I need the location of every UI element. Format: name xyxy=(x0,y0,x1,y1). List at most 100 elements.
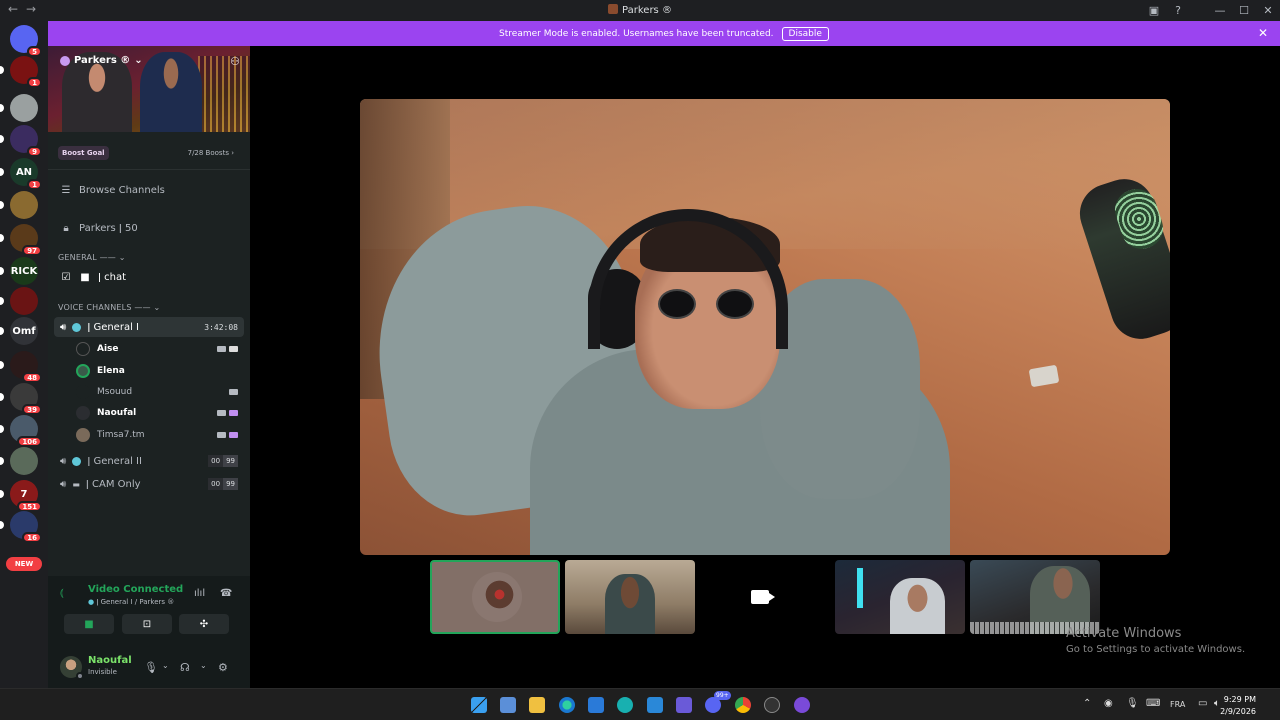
minimize-icon[interactable]: — xyxy=(1208,4,1232,17)
unread-pip xyxy=(0,457,4,465)
mention-badge: 16 xyxy=(22,532,42,543)
server-4[interactable]: AN 1 xyxy=(10,158,42,190)
noise-suppression-icon[interactable]: ılıl xyxy=(194,588,205,599)
user-max: 99 xyxy=(223,455,238,467)
taskbar: 99+ ⌃ ◉ 🎙︎ ⌨ FRA ▭ 🔈︎ 9:29 PM 2/9/2026 xyxy=(0,688,1280,720)
boost-goal[interactable]: Boost Goal 7/28 Boosts › xyxy=(48,136,250,170)
camera-button[interactable]: ■ xyxy=(64,614,114,634)
signal-icon[interactable]: ⦅ xyxy=(60,586,64,600)
category-general[interactable]: GENERAL —— ⌄ xyxy=(58,253,126,262)
video-icon xyxy=(217,345,226,352)
list-icon: ☰ xyxy=(61,184,71,196)
assistant-icon[interactable] xyxy=(794,697,810,713)
chevron-down-icon[interactable]: ⌄ xyxy=(200,661,207,670)
my-username[interactable]: Naoufal xyxy=(88,655,132,666)
server-8[interactable] xyxy=(10,287,38,315)
maximize-icon[interactable]: ☐ xyxy=(1232,4,1256,17)
voice-channel-general-2[interactable]: 🔊︎ ǀ General II 00 99 xyxy=(54,451,244,471)
language-indicator[interactable]: FRA xyxy=(1170,700,1185,709)
channel-sidebar: Parkers ® ⌄ ⚇ Boost Goal 7/28 Boosts › ☰ B… xyxy=(48,46,250,688)
voice-channel-cam-only[interactable]: 🔊︎ ▬ ǀ CAM Only 00 99 xyxy=(54,474,244,494)
network-icon[interactable]: ▭ xyxy=(1198,698,1207,709)
voice-user[interactable]: Timsa7.tm xyxy=(76,424,244,445)
help-icon[interactable]: ? xyxy=(1166,4,1190,17)
server-10[interactable]: 48 xyxy=(10,351,42,383)
server-9[interactable]: Omf xyxy=(10,317,38,345)
microphone-icon[interactable]: 🎙︎ xyxy=(144,661,158,674)
server-0[interactable]: 5 xyxy=(10,25,42,57)
disconnect-icon[interactable]: ☎ xyxy=(220,588,232,599)
microphone-icon[interactable]: 🎙︎ xyxy=(1126,698,1139,709)
app-icon[interactable] xyxy=(764,697,780,713)
vscode-icon[interactable] xyxy=(647,697,663,713)
participant-tile[interactable] xyxy=(970,560,1100,634)
unread-pip xyxy=(0,490,4,498)
text-channel-icon: ■ xyxy=(80,271,90,283)
unread-pip xyxy=(0,168,4,176)
server-2[interactable] xyxy=(10,94,38,122)
new-badge[interactable]: NEW xyxy=(6,557,42,571)
edge-icon[interactable] xyxy=(559,697,575,713)
outlook-icon[interactable] xyxy=(588,697,604,713)
activities-button[interactable]: ✣ xyxy=(179,614,229,634)
disable-button[interactable]: Disable xyxy=(781,26,829,41)
participant-tile[interactable] xyxy=(565,560,695,634)
voice-channel-label: ǀ General I xyxy=(87,321,139,333)
headphones-icon[interactable]: ☊ xyxy=(180,661,190,674)
clock[interactable]: 9:29 PM 2/9/2026 xyxy=(1220,694,1256,718)
invite-people-icon[interactable]: ⚇ xyxy=(230,55,240,68)
server-7[interactable]: RICK xyxy=(10,257,38,285)
settings-gear-icon[interactable]: ⚙ xyxy=(218,661,228,674)
server-badge-icon xyxy=(60,55,70,66)
channel-parkers[interactable]: 🔒︎ Parkers ǀ 50 xyxy=(54,217,244,239)
voice-channel-path[interactable]: ● ǀ General I / Parkers ® xyxy=(88,598,174,606)
unread-pip xyxy=(0,361,4,369)
mention-badge: 1 xyxy=(27,77,42,88)
server-12[interactable]: 106 xyxy=(10,415,42,447)
close-icon[interactable]: ✕ xyxy=(1258,26,1268,40)
keyboard-icon[interactable]: ⌨ xyxy=(1146,698,1160,709)
voice-user[interactable]: Aise xyxy=(76,338,244,359)
file-explorer-icon[interactable] xyxy=(529,697,545,713)
participant-tile-no-video[interactable] xyxy=(695,560,825,634)
voice-status: Video Connected xyxy=(88,584,184,595)
screen-share-button[interactable]: ⊡ xyxy=(122,614,172,634)
start-icon[interactable] xyxy=(471,697,487,713)
copilot-icon[interactable] xyxy=(617,697,633,713)
teams-icon[interactable] xyxy=(676,697,692,713)
avatar xyxy=(76,405,90,420)
voice-channel-general-1[interactable]: 🔊︎ ǀ General I 3:42:08 xyxy=(54,317,244,337)
main-video-feed[interactable] xyxy=(360,99,1170,555)
voice-user[interactable]: Elena xyxy=(76,360,244,381)
server-name[interactable]: Parkers ® ⌄ xyxy=(60,55,143,66)
chevron-down-icon[interactable]: ⌄ xyxy=(162,661,169,670)
inbox-icon[interactable]: ▣ xyxy=(1142,4,1166,17)
browse-channels[interactable]: ☰ Browse Channels xyxy=(54,179,244,201)
tray-app-icon[interactable]: ◉ xyxy=(1104,698,1113,709)
server-11[interactable]: 39 xyxy=(10,383,42,415)
user-panel: Naoufal Invisible 🎙︎ ⌄ ☊ ⌄ ⚙ xyxy=(48,650,250,688)
server-1[interactable]: 1 xyxy=(10,56,42,88)
chevron-up-icon[interactable]: ⌃ xyxy=(1083,698,1091,709)
server-banner[interactable]: Parkers ® ⌄ ⚇ xyxy=(48,46,250,132)
store-icon[interactable] xyxy=(500,697,516,713)
participant-tile[interactable] xyxy=(835,560,965,634)
category-voice[interactable]: VOICE CHANNELS —— ⌄ xyxy=(58,303,160,312)
voice-user[interactable]: Naoufal xyxy=(76,402,244,423)
server-3[interactable]: 9 xyxy=(10,125,42,157)
chrome-icon[interactable] xyxy=(735,697,751,713)
channel-chat[interactable]: ☑ ■ ǀ chat xyxy=(54,266,244,288)
banner-text: Streamer Mode is enabled. Usernames have… xyxy=(499,28,774,39)
live-icon xyxy=(229,431,238,438)
server-13[interactable] xyxy=(10,447,38,475)
server-14[interactable]: 7 151 xyxy=(10,480,42,512)
server-5[interactable] xyxy=(10,191,38,219)
server-avatar xyxy=(10,191,38,219)
video-icon xyxy=(229,388,238,395)
server-15[interactable]: 16 xyxy=(10,511,42,543)
close-icon[interactable]: ✕ xyxy=(1256,4,1280,17)
participant-tile[interactable] xyxy=(430,560,560,634)
server-6[interactable]: 97 xyxy=(10,224,42,256)
mention-badge: 5 xyxy=(27,46,42,57)
voice-user[interactable]: Msouud xyxy=(76,381,244,402)
